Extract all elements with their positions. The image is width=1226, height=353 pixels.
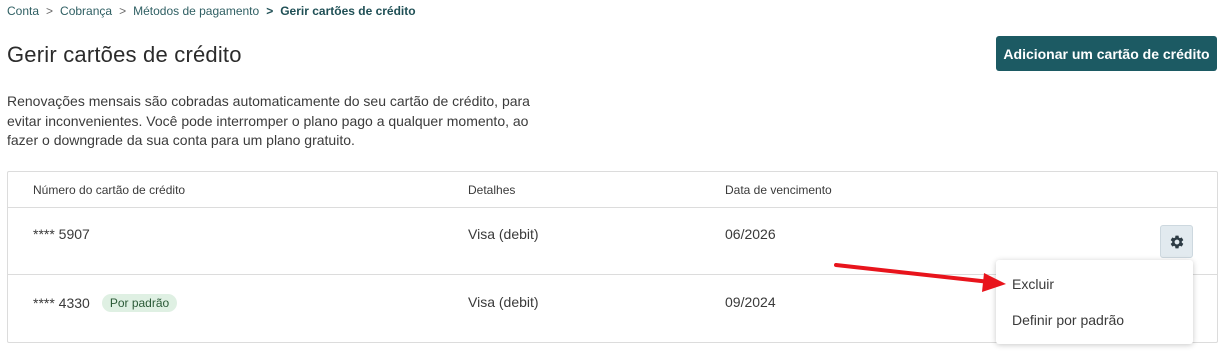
page-description: Renovações mensais são cobradas automati… xyxy=(7,93,530,148)
header-card-number: Número do cartão de crédito xyxy=(33,183,186,197)
menu-item-delete[interactable]: Excluir xyxy=(1012,276,1054,292)
card-number: **** 5907 xyxy=(33,226,90,242)
header-expiry: Data de vencimento xyxy=(725,183,832,197)
card-details: Visa (debit) xyxy=(468,294,539,310)
card-number-with-badge: **** 4330 Por padrão xyxy=(33,294,178,312)
breadcrumb-metodos-pagamento[interactable]: Métodos de pagamento xyxy=(133,4,259,18)
card-actions-menu: Excluir Definir por padrão xyxy=(996,260,1193,344)
table-header: Número do cartão de crédito Detalhes Dat… xyxy=(8,172,1217,208)
breadcrumb-separator: > xyxy=(266,4,274,18)
page-title: Gerir cartões de crédito xyxy=(7,42,242,67)
menu-item-set-default[interactable]: Definir por padrão xyxy=(1012,312,1124,328)
card-number: **** 4330 xyxy=(33,295,90,311)
breadcrumb-current: Gerir cartões de crédito xyxy=(280,4,416,18)
breadcrumb-separator: > xyxy=(46,4,54,18)
card-expiry: 09/2024 xyxy=(725,294,776,310)
card-details: Visa (debit) xyxy=(468,226,539,242)
breadcrumb-cobranca[interactable]: Cobrança xyxy=(60,4,112,18)
gear-icon xyxy=(1170,235,1183,248)
default-badge: Por padrão xyxy=(101,294,178,312)
card-actions-button[interactable] xyxy=(1160,225,1193,258)
breadcrumb-separator: > xyxy=(119,4,127,18)
add-credit-card-button[interactable]: Adicionar um cartão de crédito xyxy=(996,36,1217,71)
header-details: Detalhes xyxy=(468,183,516,197)
breadcrumb-conta[interactable]: Conta xyxy=(7,4,39,18)
card-expiry: 06/2026 xyxy=(725,226,776,242)
breadcrumb: Conta > Cobrança > Métodos de pagamento … xyxy=(7,3,416,19)
